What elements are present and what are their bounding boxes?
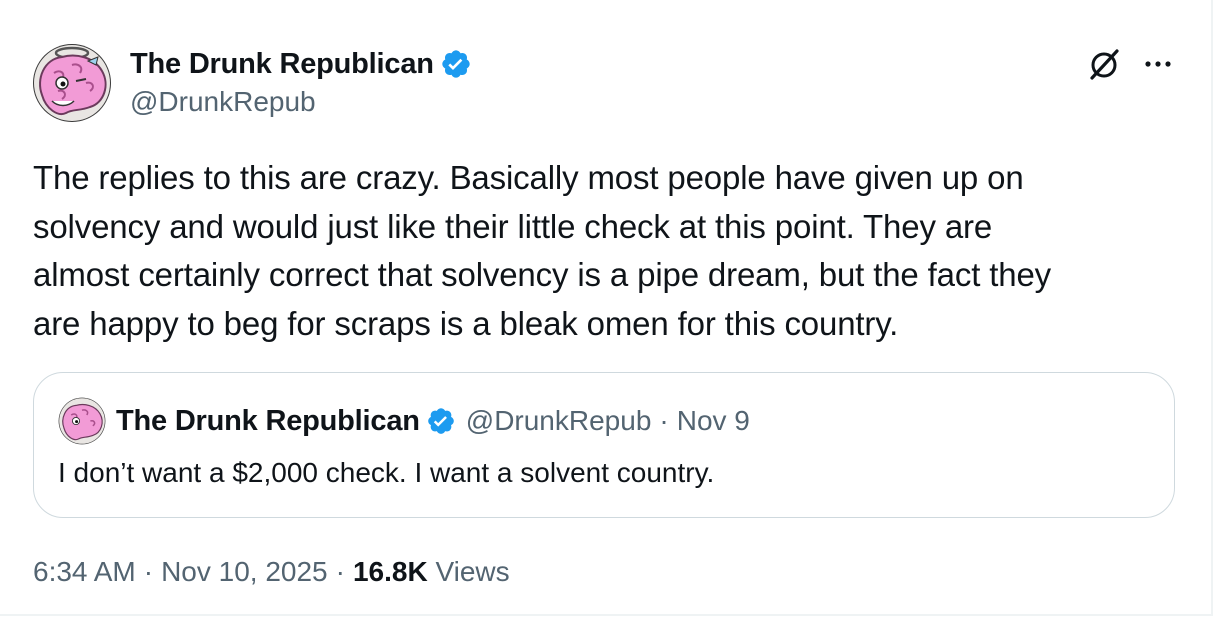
quoted-separator: · (659, 405, 669, 436)
tweet-time[interactable]: 6:34 AM (33, 556, 136, 587)
grok-icon[interactable] (1086, 46, 1122, 82)
views-count[interactable]: 16.8K (353, 556, 428, 587)
author-avatar[interactable] (32, 43, 112, 123)
meta-separator-2: · (335, 556, 345, 587)
tweet-meta: 6:34 AM · Nov 10, 2025 · 16.8K Views (33, 556, 510, 588)
meta-separator-1: · (143, 556, 154, 587)
quoted-header-row: The Drunk Republican @DrunkRepub · Nov 9 (116, 401, 750, 441)
quoted-date: Nov 9 (676, 405, 750, 436)
quoted-handle: @DrunkRepub (465, 405, 652, 436)
author-handle[interactable]: @DrunkRepub (130, 86, 316, 118)
tweet-text: The replies to this are crazy. Basically… (33, 159, 1052, 342)
tweet-date[interactable]: Nov 10, 2025 (161, 556, 328, 587)
author-name-row: The Drunk Republican (130, 44, 472, 84)
quoted-verified-badge-icon (427, 408, 454, 434)
tweet-card: The Drunk Republican @DrunkRepub The rep… (0, 0, 1213, 616)
quoted-display-name: The Drunk Republican (116, 404, 420, 437)
views-label: Views (435, 556, 510, 587)
quoted-text: I don’t want a $2,000 check. I want a so… (58, 457, 715, 488)
verified-badge-icon (442, 50, 470, 78)
quoted-tweet[interactable]: The Drunk Republican @DrunkRepub · Nov 9… (33, 372, 1175, 518)
author-display-name[interactable]: The Drunk Republican (130, 48, 434, 81)
more-icon[interactable] (1140, 46, 1176, 82)
quoted-author-avatar (58, 397, 106, 445)
